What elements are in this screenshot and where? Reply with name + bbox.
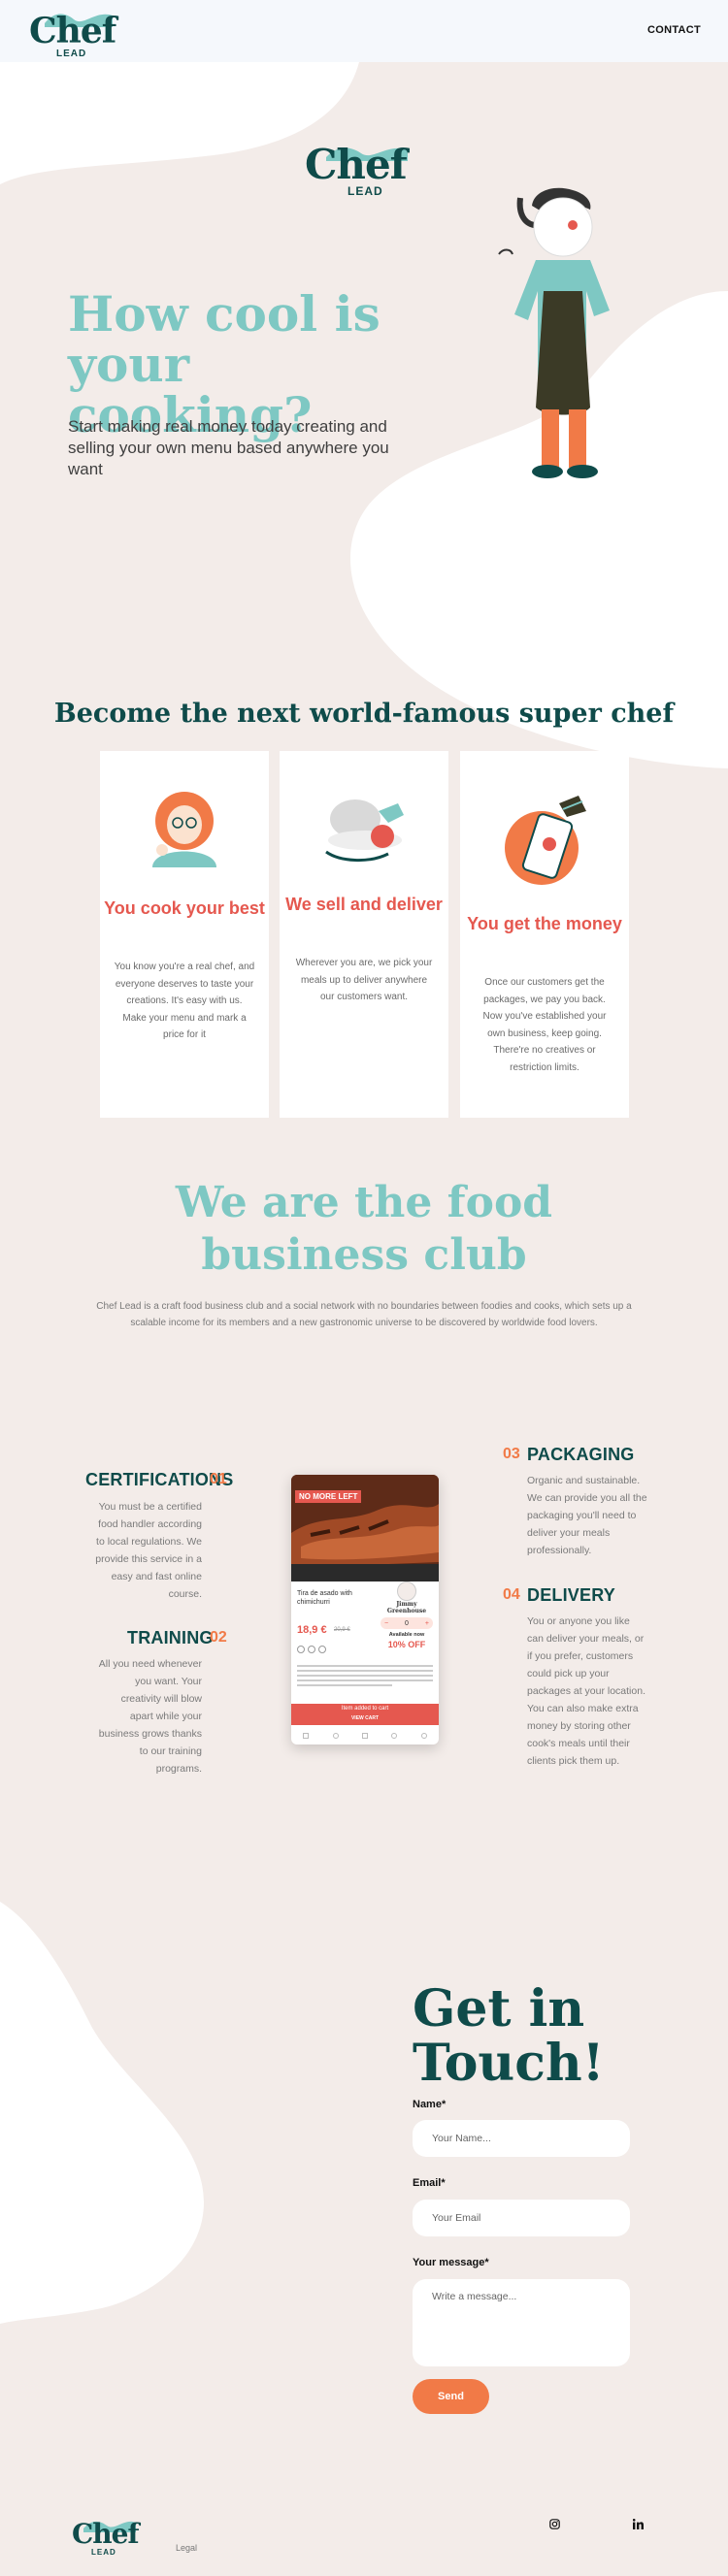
feature-number: 03 xyxy=(503,1446,520,1462)
card-text: Once our customers get the packages, we … xyxy=(482,977,607,1073)
hero-logo: Chef LEAD xyxy=(303,140,419,204)
how-heading: Become the next world-famous super chef xyxy=(53,699,675,729)
feature-training-title: TRAINING xyxy=(127,1628,214,1647)
add-to-cart-button[interactable]: Item added to cart VIEW CART xyxy=(291,1704,439,1725)
food-delivery-icon xyxy=(325,799,404,863)
dish-price: 18,9 € xyxy=(297,1624,327,1636)
send-button[interactable]: Send xyxy=(413,2379,489,2414)
club-text: Chef Lead is a craft food business club … xyxy=(96,1301,632,1328)
instagram-icon[interactable] xyxy=(549,2519,560,2529)
card-text: You know you're a real chef, and everyon… xyxy=(114,962,255,1040)
money-phone-icon xyxy=(505,796,586,885)
message-label: Your message* xyxy=(413,2257,489,2268)
heart-icon[interactable] xyxy=(391,1733,398,1739)
cart-icon[interactable] xyxy=(361,1733,368,1739)
card-title: You cook your best xyxy=(104,898,265,918)
search-icon[interactable] xyxy=(332,1733,339,1739)
chef-avatar-icon xyxy=(397,1581,416,1601)
email-label: Email* xyxy=(413,2177,446,2189)
feature-packaging-text: Organic and sustainable. We can provide … xyxy=(527,1475,647,1556)
feature-number: 04 xyxy=(503,1586,520,1603)
club-heading: We are the food business club xyxy=(175,1178,553,1280)
chef-card: Jimmy Greenhouse xyxy=(381,1581,433,1614)
logo-sub: LEAD xyxy=(347,184,383,198)
app-phone-mockup: NO MORE LEFT Tira de asado with chimichu… xyxy=(291,1475,439,1745)
linkedin-icon[interactable] xyxy=(633,2519,644,2529)
app-tab-bar xyxy=(291,1727,439,1745)
card-money: You get the money Once our customers get… xyxy=(460,751,629,1118)
feature-number: 02 xyxy=(210,1629,227,1646)
hero-subtitle: Start making real money today creating a… xyxy=(68,417,389,478)
feature-training-text: All you need whenever you want. Your cre… xyxy=(98,1658,202,1775)
old-price: 20,9 € xyxy=(334,1627,350,1633)
footer-logo[interactable]: Chef LEAD xyxy=(70,2515,140,2561)
home-icon[interactable] xyxy=(303,1733,310,1739)
contact-heading: Get in Touch! xyxy=(413,1979,605,2093)
logo-sub: LEAD xyxy=(91,2548,116,2557)
qty-value: 0 xyxy=(405,1619,409,1627)
message-textarea[interactable] xyxy=(413,2279,630,2366)
sold-out-banner: NO MORE LEFT xyxy=(295,1490,362,1503)
qty-stepper[interactable]: − 0 + xyxy=(381,1617,433,1629)
logo-sub: LEAD xyxy=(56,49,87,59)
cart-cta-label: Item added to cart xyxy=(341,1706,389,1712)
logo-word: Chef xyxy=(72,2518,140,2550)
profile-icon[interactable] xyxy=(420,1733,427,1739)
logo-word: Chef xyxy=(29,11,116,51)
legal-link[interactable]: Legal xyxy=(176,2543,197,2553)
dish-name: Tira de asado with chimichurri xyxy=(297,1590,352,1606)
name-label: Name* xyxy=(413,2099,447,2110)
name-input[interactable] xyxy=(413,2120,630,2157)
allergen-icon xyxy=(318,1646,326,1653)
chef-illustration-icon xyxy=(498,187,610,478)
chef-woman-icon xyxy=(152,792,216,867)
allergen-icon xyxy=(308,1646,315,1653)
card-title: You get the money xyxy=(467,914,622,933)
minus-icon[interactable]: − xyxy=(384,1620,388,1627)
card-title: We sell and deliver xyxy=(285,895,443,914)
feature-packaging-title: PACKAGING xyxy=(527,1445,635,1464)
top-navbar: Chef LEAD CONTACT xyxy=(0,0,728,62)
dish-photo: NO MORE LEFT xyxy=(291,1475,439,1581)
feature-delivery-title: DELIVERY xyxy=(527,1585,615,1605)
discount-badge: 10% OFF xyxy=(387,1640,426,1649)
cart-cta-sub: VIEW CART xyxy=(350,1715,380,1721)
availability: Available now xyxy=(388,1632,425,1638)
chef-name: Jimmy Greenhouse xyxy=(386,1601,427,1614)
allergen-icon xyxy=(297,1646,305,1653)
feature-number: 01 xyxy=(210,1471,227,1487)
feature-delivery-text: You or anyone you like can deliver your … xyxy=(527,1615,645,1767)
plus-icon[interactable]: + xyxy=(425,1620,429,1627)
allergen-icons xyxy=(297,1646,326,1653)
card-cook: You cook your best You know you're a rea… xyxy=(100,751,269,1118)
email-input[interactable] xyxy=(413,2200,630,2236)
card-sell: We sell and deliver Wherever you are, we… xyxy=(280,751,448,1118)
logo-word: Chef xyxy=(305,141,408,188)
dish-description-lines xyxy=(297,1665,433,1686)
nav-contact-link[interactable]: CONTACT xyxy=(647,24,701,36)
feature-certifications-text: You must be a certified food handler acc… xyxy=(95,1501,202,1600)
header-logo[interactable]: Chef LEAD xyxy=(27,4,116,60)
card-text: Wherever you are, we pick your meals up … xyxy=(295,958,433,1002)
